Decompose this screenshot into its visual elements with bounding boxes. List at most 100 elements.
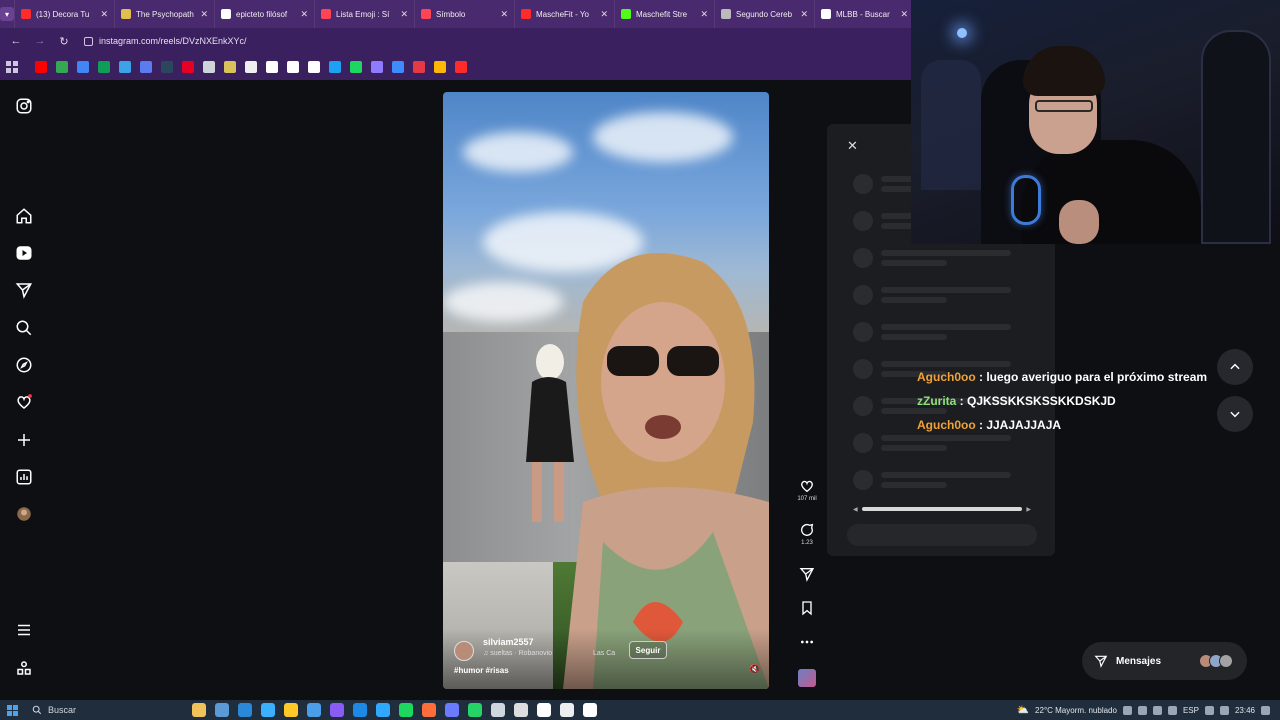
close-tab-icon[interactable]: ✕: [500, 9, 508, 20]
browser-tab[interactable]: Lista Emoji : Sí ✕: [314, 0, 414, 28]
bookmark-icon[interactable]: [350, 61, 362, 73]
taskbar-app-icon[interactable]: [399, 703, 413, 717]
bookmark-icon[interactable]: [98, 61, 110, 73]
language-indicator[interactable]: ESP: [1183, 706, 1199, 715]
horizontal-scrollbar[interactable]: ◀ ▶: [853, 504, 1031, 514]
close-tab-icon[interactable]: ✕: [800, 9, 808, 20]
apps-icon[interactable]: [14, 658, 34, 678]
taskbar-app-icon[interactable]: [238, 703, 252, 717]
bookmark-icon[interactable]: [266, 61, 278, 73]
clock[interactable]: 23:46: [1235, 706, 1255, 715]
bookmark-icon[interactable]: [392, 61, 404, 73]
tray-icon[interactable]: [1122, 705, 1132, 715]
taskbar-app-icon[interactable]: [215, 703, 229, 717]
bookmark-icon[interactable]: [329, 61, 341, 73]
bookmark-icon[interactable]: [434, 61, 446, 73]
taskbar-app-icon[interactable]: [422, 703, 436, 717]
reel-hashtags[interactable]: #humor #risas: [454, 666, 509, 675]
browser-tab[interactable]: The Psychopath ✕: [114, 0, 214, 28]
scroll-right-icon[interactable]: ▶: [1026, 506, 1031, 513]
start-button[interactable]: [0, 704, 24, 716]
bookmark-icon[interactable]: [56, 61, 68, 73]
close-tab-icon[interactable]: ✕: [900, 9, 908, 20]
weather-icon[interactable]: ⛅: [1017, 705, 1029, 716]
browser-tab[interactable]: Segundo Cereb ✕: [714, 0, 814, 28]
taskbar-app-icon[interactable]: [376, 703, 390, 717]
music-info[interactable]: ♫ sueltas · Robanovio: [483, 650, 552, 657]
browser-tab[interactable]: MascheFit - Yo ✕: [514, 0, 614, 28]
follow-button[interactable]: Seguir: [629, 641, 667, 659]
taskbar-app-icon[interactable]: [583, 703, 597, 717]
next-reel-button[interactable]: [1217, 396, 1253, 432]
tray-icon[interactable]: [1137, 705, 1147, 715]
bookmark-icon[interactable]: [77, 61, 89, 73]
close-tab-icon[interactable]: ✕: [100, 9, 108, 20]
more-options-button[interactable]: [793, 634, 821, 650]
save-action[interactable]: [793, 600, 821, 616]
wifi-icon[interactable]: [1204, 705, 1214, 715]
browser-tab[interactable]: (13) Decora Tu ✕: [14, 0, 114, 28]
tray-icon[interactable]: [1167, 705, 1177, 715]
search-icon[interactable]: [14, 318, 34, 338]
taskbar-app-icon[interactable]: [560, 703, 574, 717]
taskbar-app-icon[interactable]: [330, 703, 344, 717]
location-text[interactable]: Las Ca: [593, 650, 615, 657]
heart-icon[interactable]: [14, 392, 34, 412]
bookmark-icon[interactable]: [35, 61, 47, 73]
close-icon[interactable]: ✕: [847, 138, 858, 154]
original-audio-thumbnail[interactable]: [798, 669, 816, 687]
apps-grid-icon[interactable]: [6, 61, 18, 73]
scroll-left-icon[interactable]: ◀: [853, 506, 858, 513]
bookmark-icon[interactable]: [455, 61, 467, 73]
share-action[interactable]: [793, 566, 821, 582]
bookmark-icon[interactable]: [245, 61, 257, 73]
taskbar-app-icon[interactable]: [468, 703, 482, 717]
bookmark-icon[interactable]: [308, 61, 320, 73]
url-text[interactable]: instagram.com/reels/DVzNXEnkXYc/: [99, 36, 247, 46]
explore-icon[interactable]: [14, 355, 34, 375]
like-action[interactable]: 107 mil: [793, 478, 821, 502]
close-tab-icon[interactable]: ✕: [200, 9, 208, 20]
browser-tab[interactable]: epicteto filósof ✕: [214, 0, 314, 28]
reel-video[interactable]: silviam2557 ♫ sueltas · Robanovio Las Ca…: [443, 92, 769, 689]
close-tab-icon[interactable]: ✕: [300, 9, 308, 20]
taskbar-app-icon[interactable]: [192, 703, 206, 717]
muted-speaker-icon[interactable]: 🔇: [749, 664, 760, 675]
bookmark-icon[interactable]: [371, 61, 383, 73]
bookmark-icon[interactable]: [287, 61, 299, 73]
send-icon[interactable]: [14, 280, 34, 300]
close-tab-icon[interactable]: ✕: [600, 9, 608, 20]
reels-icon[interactable]: [14, 243, 34, 263]
taskbar-app-icon[interactable]: [307, 703, 321, 717]
bookmark-icon[interactable]: [140, 61, 152, 73]
taskbar-app-icon[interactable]: [445, 703, 459, 717]
tray-icon[interactable]: [1152, 705, 1162, 715]
taskbar-app-icon[interactable]: [491, 703, 505, 717]
instagram-icon[interactable]: [14, 96, 34, 116]
browser-tab[interactable]: Símbolo ✕: [414, 0, 514, 28]
messages-button[interactable]: Mensajes: [1082, 642, 1247, 680]
volume-icon[interactable]: [1219, 705, 1229, 715]
back-button[interactable]: ←: [6, 31, 26, 51]
site-info-icon[interactable]: [84, 36, 93, 46]
forward-button[interactable]: →: [30, 31, 50, 51]
taskbar-app-icon[interactable]: [537, 703, 551, 717]
scroll-thumb[interactable]: [861, 507, 1023, 511]
home-icon[interactable]: [14, 206, 34, 226]
bookmark-icon[interactable]: [203, 61, 215, 73]
bookmark-icon[interactable]: [161, 61, 173, 73]
close-tab-icon[interactable]: ✕: [400, 9, 408, 20]
close-tab-icon[interactable]: ✕: [700, 9, 708, 20]
taskbar-app-icon[interactable]: [514, 703, 528, 717]
bookmark-icon[interactable]: [182, 61, 194, 73]
browser-tab[interactable]: MLBB - Buscar ✕: [814, 0, 914, 28]
notifications-icon[interactable]: [1261, 705, 1270, 715]
author-username[interactable]: silviam2557: [483, 637, 534, 647]
bookmark-icon[interactable]: [413, 61, 425, 73]
address-bar[interactable]: instagram.com/reels/DVzNXEnkXYc/: [84, 36, 247, 46]
comment-input-placeholder[interactable]: [847, 524, 1037, 546]
dashboard-icon[interactable]: [14, 467, 34, 487]
taskbar-app-icon[interactable]: [284, 703, 298, 717]
tab-search-button[interactable]: ▾: [0, 0, 14, 28]
bookmark-icon[interactable]: [119, 61, 131, 73]
